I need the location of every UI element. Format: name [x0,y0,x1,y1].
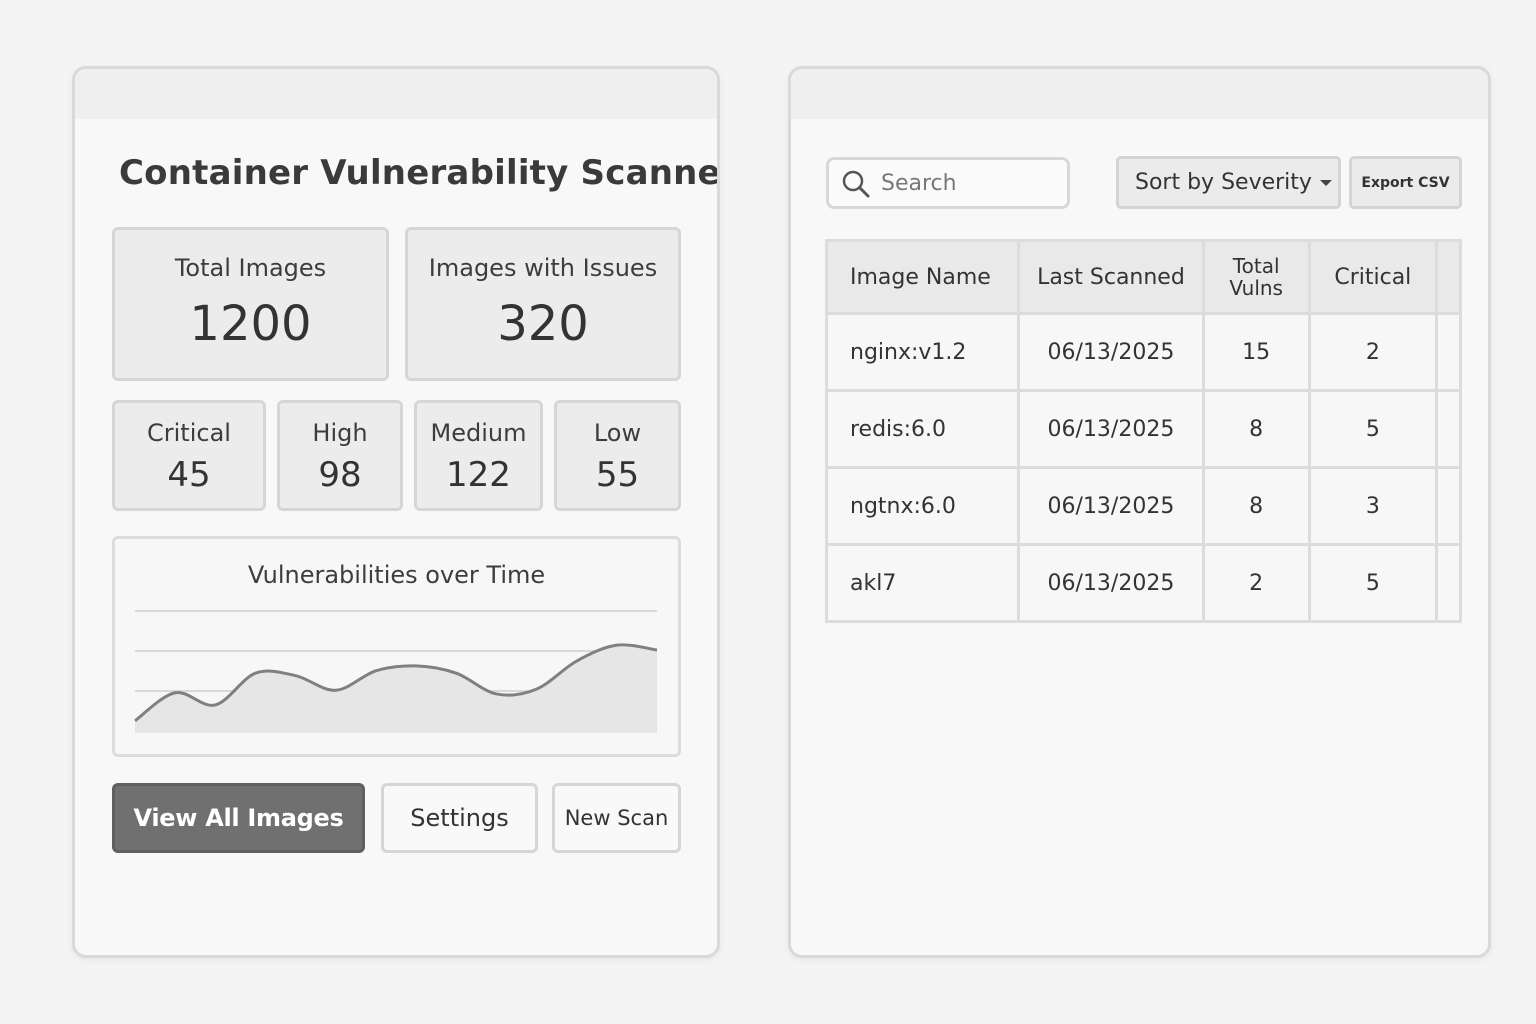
chart-plot [134,610,658,733]
cell-last-scanned: 06/13/2025 [1017,543,1205,623]
images-with-issues-label: Images with Issues [428,254,658,282]
images-with-issues-value: 320 [497,296,589,352]
cell-last-scanned: 06/13/2025 [1017,389,1205,469]
cell-critical: 3 [1307,466,1438,546]
table-header-row: Image Name Last Scanned Total Vulns Crit… [824,239,1463,315]
critical-count-card: Critical 45 [112,400,266,511]
cell-last-scanned: 06/13/2025 [1017,466,1205,546]
sort-by-severity-dropdown[interactable]: Sort by Severity [1116,156,1341,209]
high-label: High [312,419,368,447]
cell-overflow [1434,312,1463,392]
cell-last-scanned: 06/13/2025 [1017,312,1205,392]
low-value: 55 [595,455,640,495]
images-table: Image Name Last Scanned Total Vulns Crit… [824,239,1463,623]
cell-overflow [1434,543,1463,623]
critical-label: Critical [147,419,231,447]
cell-image: redis:6.0 [824,389,1021,469]
total-images-label: Total Images [174,254,327,282]
search-input[interactable] [881,168,1061,198]
image-list-window: Sort by Severity Export CSV Image Name L… [788,66,1491,958]
low-label: Low [593,419,642,447]
cell-total-vulns: 2 [1201,543,1311,623]
header-overflow-column [1434,239,1463,315]
cell-total-vulns: 8 [1201,466,1311,546]
sort-label: Sort by Severity [1135,170,1312,195]
cell-critical: 2 [1307,312,1438,392]
app-title: Container Vulnerability Scanner [119,153,720,193]
cell-critical: 5 [1307,543,1438,623]
header-total-vulns[interactable]: Total Vulns [1201,239,1311,315]
header-critical[interactable]: Critical [1307,239,1438,315]
medium-count-card: Medium 122 [414,400,543,511]
vulnerabilities-chart: Vulnerabilities over Time [112,536,681,757]
medium-value: 122 [446,455,511,495]
settings-button[interactable]: Settings [381,783,538,853]
images-with-issues-card: Images with Issues 320 [405,227,681,381]
cell-critical: 5 [1307,389,1438,469]
caret-down-icon [1319,179,1332,186]
cell-image: nginx:v1.2 [824,312,1021,392]
high-value: 98 [318,455,362,495]
cell-image: ngtnx:6.0 [824,466,1021,546]
search-icon [842,170,870,198]
cell-overflow [1434,389,1463,469]
cell-total-vulns: 15 [1201,312,1311,392]
search-box[interactable] [826,157,1070,209]
total-images-card: Total Images 1200 [112,227,389,381]
header-last-scanned[interactable]: Last Scanned [1017,239,1205,315]
table-row[interactable]: ngtnx:6.0 06/13/2025 8 3 [824,466,1463,546]
header-total-line1: Total [1232,254,1280,278]
cell-total-vulns: 8 [1201,389,1311,469]
window-titlebar [75,69,717,119]
chart-area-fill [135,644,657,733]
export-csv-button[interactable]: Export CSV [1349,156,1462,209]
scanner-dashboard-window: Container Vulnerability Scanner Total Im… [72,66,720,958]
cell-image: akl7 [824,543,1021,623]
table-row[interactable]: redis:6.0 06/13/2025 8 5 [824,389,1463,469]
medium-label: Medium [430,419,527,447]
table-row[interactable]: akl7 06/13/2025 2 5 [824,543,1463,623]
view-all-images-button[interactable]: View All Images [112,783,365,853]
critical-value: 45 [167,455,211,495]
window-titlebar [791,69,1488,119]
cell-overflow [1434,466,1463,546]
total-images-value: 1200 [189,296,312,352]
table-row[interactable]: nginx:v1.2 06/13/2025 15 2 [824,312,1463,392]
header-image-name[interactable]: Image Name [824,239,1021,315]
header-total-line2: Vulns [1229,276,1283,300]
high-count-card: High 98 [277,400,403,511]
low-count-card: Low 55 [554,400,681,511]
new-scan-button[interactable]: New Scan [552,783,681,853]
